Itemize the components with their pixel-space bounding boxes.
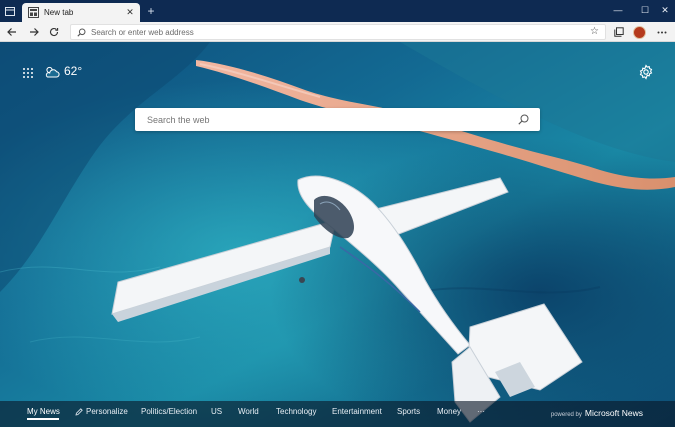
browser-window: New tab ✕ + — ☐ ✕ ☆ (0, 0, 675, 427)
news-tab-sports[interactable]: Sports (397, 407, 420, 416)
powered-by-microsoft-news[interactable]: powered by Microsoft News (551, 408, 643, 418)
tab-title: New tab (44, 8, 74, 17)
forward-arrow-icon[interactable] (27, 25, 41, 39)
news-tab-entertainment[interactable]: Entertainment (332, 407, 382, 416)
personalize-label: Personalize (86, 407, 128, 416)
maximize-button[interactable]: ☐ (634, 2, 656, 18)
tab-actions-icon[interactable] (3, 4, 17, 18)
weather-widget[interactable]: 62° (44, 64, 82, 78)
tab-close-icon[interactable]: ✕ (123, 6, 137, 20)
title-bar: New tab ✕ + — ☐ ✕ (0, 0, 675, 22)
weather-temperature: 62° (64, 64, 83, 78)
collections-icon[interactable] (612, 25, 626, 39)
partly-cloudy-icon (45, 66, 60, 77)
navigation-toolbar: ☆ (0, 22, 675, 42)
new-tab-button[interactable]: + (144, 3, 158, 19)
apps-grid-icon[interactable] (22, 66, 34, 78)
news-more-icon[interactable]: ··· (477, 407, 485, 416)
new-tab-favicon-icon (28, 7, 39, 18)
tab-new-tab[interactable]: New tab ✕ (22, 3, 140, 22)
refresh-icon[interactable] (47, 25, 61, 39)
search-icon (73, 25, 89, 39)
news-tab-politics-election[interactable]: Politics/Election (141, 407, 197, 416)
background-image (0, 42, 675, 427)
minimize-button[interactable]: — (607, 2, 629, 18)
powered-by-label: powered by (550, 412, 582, 418)
microsoft-news-brand: Microsoft News (584, 408, 643, 418)
news-navigation-bar: My News Personalize Politics/Election US… (0, 401, 675, 427)
web-search-box[interactable] (135, 108, 540, 131)
news-tab-us[interactable]: US (211, 407, 222, 416)
more-icon[interactable] (655, 25, 669, 39)
active-tab-underline (27, 418, 59, 420)
favorites-star-icon[interactable]: ☆ (590, 26, 599, 37)
close-window-button[interactable]: ✕ (654, 2, 675, 18)
address-bar[interactable]: ☆ (70, 24, 606, 40)
profile-avatar[interactable] (632, 25, 646, 39)
news-tab-money[interactable]: Money (437, 407, 461, 416)
web-search-input[interactable] (135, 114, 512, 125)
news-tab-personalize[interactable]: Personalize (75, 407, 128, 416)
pencil-icon (75, 407, 83, 416)
gear-icon[interactable] (638, 64, 654, 80)
back-arrow-icon[interactable] (5, 25, 19, 39)
address-input[interactable] (91, 27, 571, 37)
news-tab-world[interactable]: World (238, 407, 259, 416)
news-tab-my-news[interactable]: My News (27, 407, 60, 416)
news-tab-technology[interactable]: Technology (276, 407, 316, 416)
search-icon[interactable] (512, 109, 534, 131)
